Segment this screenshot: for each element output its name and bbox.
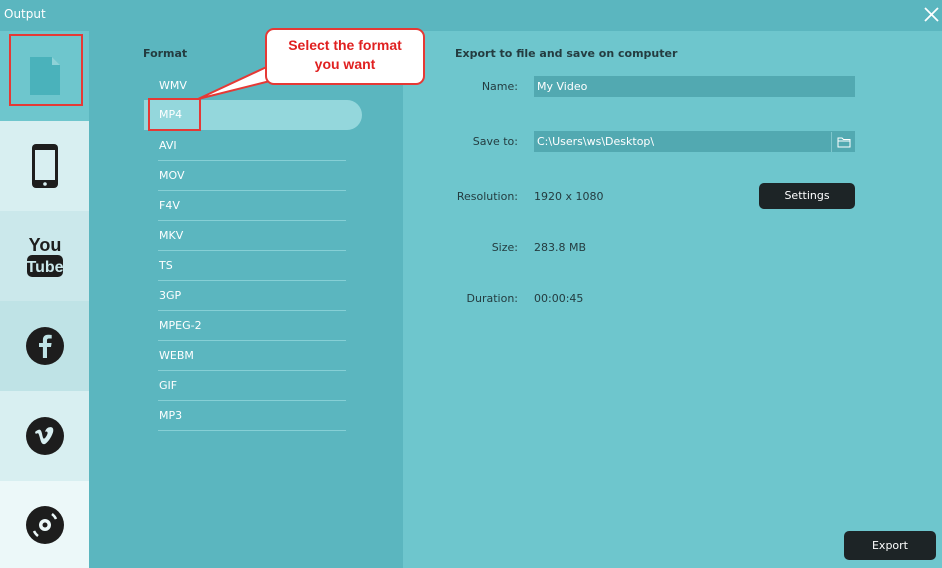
details-heading: Export to file and save on computer [455, 47, 678, 60]
export-button[interactable]: Export [844, 531, 936, 560]
settings-button[interactable]: Settings [759, 183, 855, 209]
phone-icon [31, 144, 58, 188]
browse-folder-button[interactable] [831, 132, 855, 152]
instruction-callout: Select the format you want [265, 28, 425, 85]
svg-text:Tube: Tube [26, 259, 63, 276]
vimeo-icon [25, 417, 64, 455]
format-item-avi[interactable]: AVI [158, 131, 346, 161]
format-item-webm[interactable]: WEBM [158, 341, 346, 371]
sidebar-item-device[interactable] [0, 121, 89, 211]
size-value: 283.8 MB [534, 241, 587, 254]
sidebar-highlight-box [9, 34, 83, 106]
callout-line-2: you want [314, 56, 376, 72]
youtube-icon: You Tube [26, 235, 63, 277]
resolution-value: 1920 x 1080 [534, 190, 604, 203]
window-title: Output [4, 7, 46, 21]
duration-value: 00:00:45 [534, 292, 584, 305]
format-heading: Format [143, 47, 188, 60]
format-item-ts[interactable]: TS [158, 251, 346, 281]
sidebar-item-vimeo[interactable] [0, 391, 89, 481]
export-details-panel: Export to file and save on computer Name… [403, 31, 942, 568]
callout-text: Select the format you want [267, 36, 423, 74]
output-type-sidebar: You Tube [0, 31, 89, 568]
resolution-label: Resolution: [456, 190, 518, 203]
facebook-icon [25, 327, 64, 365]
disc-icon [25, 505, 64, 544]
duration-label: Duration: [466, 292, 518, 305]
svg-text:You: You [28, 235, 61, 255]
callout-line-1: Select the format [288, 37, 402, 53]
format-item-f4v[interactable]: F4V [158, 191, 346, 221]
close-button[interactable] [920, 4, 942, 26]
sidebar-item-facebook[interactable] [0, 301, 89, 391]
save-to-label: Save to: [472, 135, 518, 148]
close-icon [924, 7, 939, 22]
format-item-mpeg2[interactable]: MPEG-2 [158, 311, 346, 341]
format-item-mkv[interactable]: MKV [158, 221, 346, 251]
mp4-highlight-box [148, 98, 201, 131]
format-item-mov[interactable]: MOV [158, 161, 346, 191]
sidebar-item-dvd[interactable] [0, 481, 89, 568]
format-panel: Format WMV MP4 AVI MOV F4V MKV TS 3GP MP… [89, 31, 403, 568]
save-path-input[interactable]: C:\Users\ws\Desktop\ [534, 131, 855, 152]
format-item-gif[interactable]: GIF [158, 371, 346, 401]
name-input[interactable]: My Video [534, 76, 855, 97]
folder-icon [837, 137, 850, 148]
format-item-3gp[interactable]: 3GP [158, 281, 346, 311]
format-item-mp3[interactable]: MP3 [158, 401, 346, 431]
sidebar-item-youtube[interactable]: You Tube [0, 211, 89, 301]
output-window: Output You Tube Format WMV MP4 AVI MOV F… [0, 0, 942, 568]
title-bar: Output [0, 0, 942, 31]
size-label: Size: [491, 241, 518, 254]
